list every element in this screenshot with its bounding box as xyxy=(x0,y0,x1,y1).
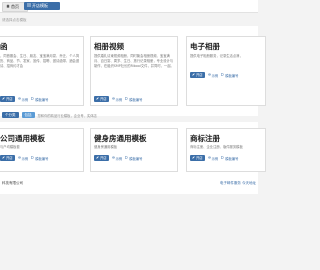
edit-icon xyxy=(192,72,195,78)
top-bar: 首页 开店模板 xyxy=(0,0,258,13)
tag-icon xyxy=(31,97,35,101)
card-description: 商标注册、企业注册、版件服务模板 xyxy=(190,145,243,149)
footer-company: 科技有限公司 xyxy=(2,181,23,185)
card-title: 电子相册 xyxy=(190,42,220,51)
edit-icon xyxy=(2,96,5,102)
template-id-link[interactable]: 模板编号 xyxy=(221,156,238,161)
card-invitation[interactable]: 函 ，同首服会、生日、朋友、宝宝满月宴、乔迁、个人简历、商品、节、发家、宣传、招… xyxy=(0,36,84,106)
eye-icon xyxy=(17,97,21,101)
edit-icon xyxy=(192,155,195,161)
open-store-button[interactable]: 开店 xyxy=(0,96,15,102)
eye-icon xyxy=(17,156,21,160)
tag-icon xyxy=(125,156,129,160)
tag-icon xyxy=(125,97,129,101)
category-pill[interactable]: 个分类 xyxy=(2,112,19,118)
open-store-button[interactable]: 开店 xyxy=(0,155,15,161)
include-pill[interactable]: 包括 xyxy=(21,112,35,118)
tab-template[interactable]: 开店模板 xyxy=(24,2,60,10)
card-e-album[interactable]: 电子相册 提供电子相册服务，记录生活点滴， 开店 示例 模板编号 xyxy=(186,36,266,106)
example-link[interactable]: 示例 xyxy=(111,97,122,102)
card-description: ，同首服会、生日、朋友、宝宝满月宴、乔迁、个人简历、商品、节、发家、宣传、招聘、… xyxy=(0,54,80,69)
card-description: 健身房通用模板 xyxy=(94,145,118,149)
tab-home-label: 首页 xyxy=(11,4,19,9)
card-title: 函 xyxy=(0,42,8,51)
eye-icon xyxy=(207,156,211,160)
eye-icon xyxy=(111,156,115,160)
card-photo-video[interactable]: 相册视频 提供婚礼请柬视频相册，同时聚会相册视频、宝宝满月、百日宴、周岁、生日、… xyxy=(90,36,178,106)
example-link[interactable]: 示例 xyxy=(207,156,218,161)
eye-icon xyxy=(111,97,115,101)
open-store-button[interactable]: 开店 xyxy=(190,155,205,161)
card-description: 提供婚礼请柬视频相册，同时聚会相册视频、宝宝满月、百日宴、周岁、生日、旅行记录相… xyxy=(94,54,174,69)
card-title: 健身房通用模板 xyxy=(94,134,147,143)
card-title: 商标注册 xyxy=(190,134,220,143)
template-id-link[interactable]: 模板编号 xyxy=(221,73,238,78)
example-link[interactable]: 示例 xyxy=(207,73,218,78)
open-store-button[interactable]: 开店 xyxy=(94,155,109,161)
eye-icon xyxy=(207,73,211,77)
card-title: 相册视频 xyxy=(94,42,124,51)
edit-icon xyxy=(96,155,99,161)
edit-icon xyxy=(96,96,99,102)
example-link[interactable]: 示例 xyxy=(17,156,28,161)
tab-template-label: 开店模板 xyxy=(32,3,48,8)
card-description: 提供电子相册服务，记录生活点滴， xyxy=(190,54,243,58)
home-icon xyxy=(6,3,10,11)
tag-icon xyxy=(221,73,225,77)
card-company-template[interactable]: 公司通用模板 与户均模板套 开店 示例 模板编号 xyxy=(0,128,84,172)
footer-links[interactable]: 电子邮件服务 今天地址 xyxy=(220,181,256,186)
template-id-link[interactable]: 模板编号 xyxy=(125,156,142,161)
template-id-link[interactable]: 模板编号 xyxy=(31,156,48,161)
card-gym-template[interactable]: 健身房通用模板 健身房通用模板 开店 示例 模板编号 xyxy=(90,128,178,172)
card-trademark[interactable]: 商标注册 商标注册、企业注册、版件服务模板 开店 示例 模板编号 xyxy=(186,128,266,172)
example-link[interactable]: 示例 xyxy=(17,97,28,102)
grid-icon xyxy=(27,2,31,10)
category-note: 您和你的精品行业模板，企业号、实体店 xyxy=(37,113,97,118)
subnote: 请选择点击模板 xyxy=(2,18,27,22)
category-divider: 个分类 包括 您和你的精品行业模板，企业号、实体店 xyxy=(0,112,258,118)
template-id-link[interactable]: 模板编号 xyxy=(31,97,48,102)
tag-icon xyxy=(31,156,35,160)
example-link[interactable]: 示例 xyxy=(111,156,122,161)
open-store-button[interactable]: 开店 xyxy=(94,96,109,102)
footer: 科技有限公司 电子邮件服务 今天地址 xyxy=(0,178,258,186)
card-title: 公司通用模板 xyxy=(0,134,45,143)
template-id-link[interactable]: 模板编号 xyxy=(125,97,142,102)
edit-icon xyxy=(2,155,5,161)
card-description: 与户均模板套 xyxy=(0,145,20,149)
tag-icon xyxy=(221,156,225,160)
open-store-button[interactable]: 开店 xyxy=(190,72,205,78)
